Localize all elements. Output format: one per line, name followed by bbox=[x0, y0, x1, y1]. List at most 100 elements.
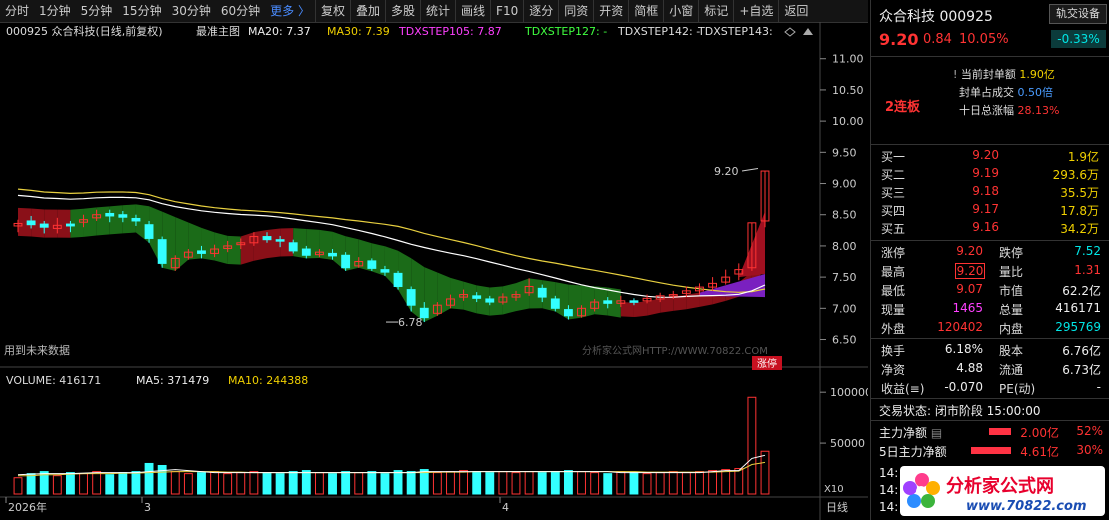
candle-body bbox=[406, 289, 416, 306]
candle-body bbox=[603, 300, 613, 304]
vol-legend-volume: VOLUME: 416171 bbox=[6, 374, 101, 387]
volume-bar bbox=[668, 471, 678, 495]
vol-legend-ma10: MA10: 244388 bbox=[228, 374, 308, 387]
trend-ribbon-segment bbox=[227, 235, 241, 265]
field-value: 416171 bbox=[1055, 301, 1101, 315]
toolbar-item[interactable]: +自选 bbox=[733, 0, 778, 22]
bid-price: 9.18 bbox=[972, 184, 999, 198]
volume-bar bbox=[26, 473, 36, 495]
toolbar-item[interactable]: 简框 bbox=[628, 0, 663, 22]
toolbar-item[interactable]: 开资 bbox=[593, 0, 628, 22]
toolbar-item[interactable]: 更多 〉 bbox=[265, 0, 315, 22]
volume-bar bbox=[65, 472, 75, 495]
logo-url: www.70822.com bbox=[966, 499, 1087, 514]
price-tick-label: 7.50 bbox=[832, 271, 857, 284]
volume-bar bbox=[223, 473, 233, 495]
main-flow-bar bbox=[989, 428, 1011, 435]
field-label: 换手 bbox=[881, 344, 906, 358]
volume-bar bbox=[419, 469, 429, 495]
legend-item: TDXSTEP142: - bbox=[617, 25, 700, 38]
field-value: 9.07 bbox=[956, 282, 983, 296]
sector-button[interactable]: 轨交设备 bbox=[1049, 4, 1107, 24]
toolbar-item[interactable]: 叠加 bbox=[349, 0, 385, 22]
candle-body bbox=[341, 254, 351, 269]
bid-volume: 17.8万 bbox=[1060, 204, 1099, 218]
ten-day-label: 十日总涨幅 bbox=[959, 104, 1014, 117]
toolbar-item[interactable]: 复权 bbox=[314, 0, 350, 22]
toolbar-item[interactable]: 画线 bbox=[455, 0, 490, 22]
field-label: 总量 bbox=[999, 303, 1024, 317]
volume-bar bbox=[550, 471, 560, 495]
bid-price: 9.17 bbox=[972, 202, 999, 216]
field-label: 涨停 bbox=[881, 246, 906, 260]
toolbar-item[interactable]: 30分钟 bbox=[167, 0, 216, 22]
field-value: 6.18% bbox=[944, 342, 983, 356]
field-value: 6.76亿 bbox=[1062, 344, 1101, 358]
volume-bar bbox=[708, 470, 718, 495]
volume-bar bbox=[341, 471, 351, 495]
toolbar-item[interactable]: 小窗 bbox=[663, 0, 698, 22]
field-label: 现量 bbox=[881, 303, 906, 317]
volume-bar bbox=[52, 475, 62, 495]
field-value: - bbox=[1096, 380, 1101, 394]
toolbar-item[interactable]: 返回 bbox=[778, 0, 813, 22]
price-tick-label: 7.00 bbox=[832, 302, 857, 315]
field-label: 流通 bbox=[999, 363, 1024, 377]
candle-body bbox=[157, 239, 167, 264]
bid-label: 买四 bbox=[881, 204, 906, 218]
toolbar-item[interactable]: 逐分 bbox=[523, 0, 558, 22]
trend-ribbon-segment bbox=[253, 230, 267, 261]
vol-multiplier: X10 bbox=[824, 484, 844, 495]
volume-bar bbox=[236, 472, 246, 495]
volume-bar bbox=[524, 471, 534, 495]
diamond-icon[interactable] bbox=[784, 27, 796, 37]
legend-item: TDXSTEP143: bbox=[697, 25, 773, 38]
trend-ribbon-segment bbox=[437, 272, 451, 316]
triangle-icon[interactable] bbox=[803, 28, 813, 35]
toolbar-item[interactable]: 统计 bbox=[420, 0, 455, 22]
toolbar-item[interactable]: 5分钟 bbox=[76, 0, 118, 22]
toolbar-item[interactable]: 标记 bbox=[698, 0, 733, 22]
volume-bar bbox=[577, 471, 586, 495]
bid-price: 9.20 bbox=[972, 148, 999, 162]
toolbar-item[interactable]: F10 bbox=[490, 0, 523, 22]
toolbar-item[interactable]: 分时 bbox=[0, 0, 34, 22]
price-tick-label: 10.00 bbox=[832, 115, 864, 128]
bid-volume: 1.9亿 bbox=[1067, 150, 1099, 164]
toolbar-item[interactable]: 60分钟 bbox=[216, 0, 265, 22]
volume-bar bbox=[734, 468, 744, 495]
bid-volume: 293.6万 bbox=[1052, 168, 1099, 182]
candle-body bbox=[131, 217, 141, 222]
logo-text: 分析家公式网 bbox=[946, 475, 1054, 497]
trade-state: 交易状态: 闭市阶段 15:00:00 bbox=[879, 404, 1041, 418]
price-tick-label: 8.50 bbox=[832, 209, 857, 222]
legend-item: 最准主图 bbox=[196, 25, 240, 38]
bid-label: 买五 bbox=[881, 222, 906, 236]
trend-ribbon-segment bbox=[267, 228, 281, 259]
toolbar-item[interactable]: 15分钟 bbox=[117, 0, 166, 22]
candle-body bbox=[472, 295, 482, 299]
toolbar-item[interactable]: 同资 bbox=[558, 0, 593, 22]
toolbar-item[interactable]: 多股 bbox=[385, 0, 420, 22]
volume-bar bbox=[537, 472, 547, 495]
toolbar-item[interactable]: 1分钟 bbox=[34, 0, 76, 22]
field-value: 1465 bbox=[952, 301, 983, 315]
chart-area[interactable]: 11.00 10.50 10.00 9.50 9.00 8.50 8.00 7.50 7.00 6… bbox=[0, 22, 868, 520]
legend-item: MA30: 7.39 bbox=[327, 25, 390, 38]
field-value: 7.52 bbox=[1074, 244, 1101, 258]
seal-ratio-label: 封单占成交 bbox=[959, 86, 1014, 99]
stock-name: 众合科技 bbox=[879, 9, 935, 25]
candle-body bbox=[144, 224, 154, 239]
trend-ribbon-segment bbox=[201, 227, 215, 261]
date-tick-label: 2026年 bbox=[8, 500, 47, 514]
purple-wedge bbox=[699, 274, 765, 298]
seal-amount-label: 当前封单额 bbox=[960, 68, 1016, 81]
volume-bar bbox=[118, 472, 128, 495]
kline-chart[interactable]: 11.00 10.50 10.00 9.50 9.00 8.50 8.00 7.50 7.00 6… bbox=[0, 22, 868, 520]
volume-bar bbox=[695, 471, 704, 495]
volume-bar bbox=[406, 471, 416, 495]
seal-ratio-row: 封单占成交 0.50倍 bbox=[959, 84, 1053, 100]
candle-body bbox=[629, 300, 639, 303]
date-tick-label: 3 bbox=[144, 501, 151, 514]
date-tick-label: 4 bbox=[502, 501, 509, 514]
